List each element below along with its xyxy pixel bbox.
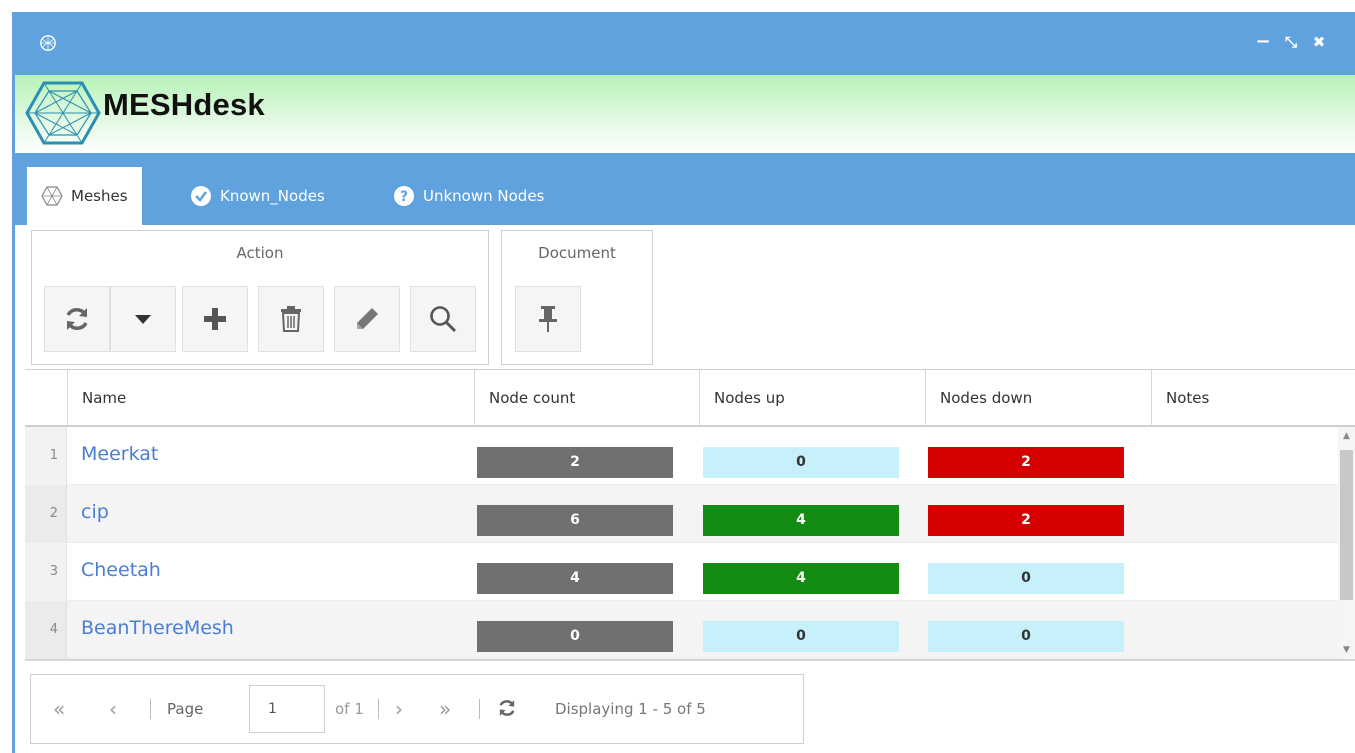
mesh-icon: [41, 185, 63, 207]
nodes-down-badge: 2: [928, 505, 1124, 536]
add-button[interactable]: [182, 286, 248, 352]
meshdesk-logo: [25, 81, 101, 145]
nodes-down-badge: 2: [928, 447, 1124, 478]
mesh-icon: [40, 35, 56, 51]
tab-unknown-nodes[interactable]: ? Unknown Nodes: [393, 167, 544, 225]
page-label: Page: [167, 700, 204, 718]
mesh-name[interactable]: BeanThereMesh: [81, 601, 234, 655]
action-toolbar-group: Action: [31, 230, 489, 365]
node-count-badge: 6: [477, 505, 673, 536]
separator: [378, 699, 379, 719]
edit-button[interactable]: [334, 286, 400, 352]
first-page-icon[interactable]: «: [53, 675, 65, 743]
tab-label: Known_Nodes: [220, 187, 325, 205]
column-header-nodes-up[interactable]: Nodes up: [699, 370, 925, 426]
close-button[interactable]: ✖: [1309, 32, 1329, 52]
document-group-title: Document: [538, 244, 616, 262]
table-row[interactable]: 2 cip 6 4 2: [25, 485, 1338, 543]
table-row[interactable]: 4 BeanThereMesh 0 0 0: [25, 601, 1338, 659]
question-circle-icon: ?: [393, 185, 415, 207]
page-of-label: of 1: [335, 700, 364, 718]
column-header-nodes-down[interactable]: Nodes down: [925, 370, 1151, 426]
previous-page-icon[interactable]: ‹: [109, 675, 117, 743]
pencil-icon: [357, 308, 378, 329]
scroll-up-arrow-icon[interactable]: ▲: [1338, 427, 1355, 445]
magnifier-icon: [430, 306, 457, 333]
refresh-icon: [499, 700, 515, 716]
nodes-up-badge: 0: [703, 621, 899, 652]
document-toolbar-group: Document: [501, 230, 653, 365]
mesh-name[interactable]: Meerkat: [81, 427, 158, 481]
node-count-badge: 4: [477, 563, 673, 594]
mesh-name[interactable]: cip: [81, 485, 109, 539]
minimize-button[interactable]: −: [1253, 32, 1273, 52]
restore-button[interactable]: ⤡: [1281, 32, 1301, 52]
svg-text:?: ?: [400, 189, 408, 205]
trash-icon: [281, 306, 301, 332]
grid-divider: [25, 659, 1355, 661]
row-number: 1: [25, 427, 67, 485]
nodes-up-badge: 0: [703, 447, 899, 478]
pin-icon: [539, 306, 557, 332]
options-dropdown-button[interactable]: [110, 286, 176, 352]
delete-button[interactable]: [258, 286, 324, 352]
scroll-down-arrow-icon[interactable]: ▼: [1338, 641, 1355, 659]
next-page-icon[interactable]: ›: [395, 675, 403, 743]
row-number: 4: [25, 601, 67, 659]
tab-label: Unknown Nodes: [423, 187, 545, 205]
window-titlebar[interactable]: − ⤡ ✖: [15, 12, 1355, 75]
plus-icon: [204, 308, 226, 330]
separator: [479, 699, 480, 719]
action-group-title: Action: [236, 244, 284, 262]
grid-header: Name Node count Nodes up Nodes down Note…: [25, 369, 1355, 427]
column-header-node-count[interactable]: Node count: [474, 370, 699, 426]
row-number: 3: [25, 543, 67, 601]
dropdown-caret-icon: [135, 315, 151, 324]
tab-label: Meshes: [71, 187, 128, 205]
pager-refresh-button[interactable]: [497, 698, 517, 722]
paging-toolbar: « ‹ Page of 1 › » Displaying 1 - 5 of 5: [30, 674, 804, 744]
row-number: 2: [25, 485, 67, 543]
app-banner: MESHdesk: [15, 75, 1355, 153]
table-row[interactable]: 1 Meerkat 2 0 2: [25, 427, 1338, 485]
node-count-badge: 0: [477, 621, 673, 652]
tab-bar: Meshes Known_Nodes ? Unknown Nodes: [15, 153, 1355, 225]
tab-known-nodes[interactable]: Known_Nodes: [190, 167, 325, 225]
nodes-up-badge: 4: [703, 505, 899, 536]
mesh-name[interactable]: Cheetah: [81, 543, 161, 597]
display-count-text: Displaying 1 - 5 of 5: [555, 700, 706, 718]
nodes-up-badge: 4: [703, 563, 899, 594]
tab-meshes[interactable]: Meshes: [27, 167, 142, 225]
app-brand-title: MESHdesk: [103, 87, 265, 122]
last-page-icon[interactable]: »: [439, 675, 451, 743]
grid-scrollbar[interactable]: ▲ ▼: [1338, 427, 1355, 659]
column-header-notes[interactable]: Notes: [1151, 370, 1355, 426]
refresh-icon: [66, 308, 88, 330]
page-number-input[interactable]: [249, 685, 325, 733]
node-count-badge: 2: [477, 447, 673, 478]
separator: [150, 699, 151, 719]
check-circle-icon: [190, 185, 212, 207]
nodes-down-badge: 0: [928, 563, 1124, 594]
nodes-down-badge: 0: [928, 621, 1124, 652]
table-row[interactable]: 3 Cheetah 4 4 0: [25, 543, 1338, 601]
column-header-name[interactable]: Name: [67, 370, 474, 426]
meshdesk-window: − ⤡ ✖ MESHdesk Meshes Known_Nodes ? Unkn…: [12, 12, 1355, 753]
search-button[interactable]: [410, 286, 476, 352]
pin-button[interactable]: [515, 286, 581, 352]
refresh-button[interactable]: [44, 286, 110, 352]
scrollbar-thumb[interactable]: [1340, 450, 1353, 600]
